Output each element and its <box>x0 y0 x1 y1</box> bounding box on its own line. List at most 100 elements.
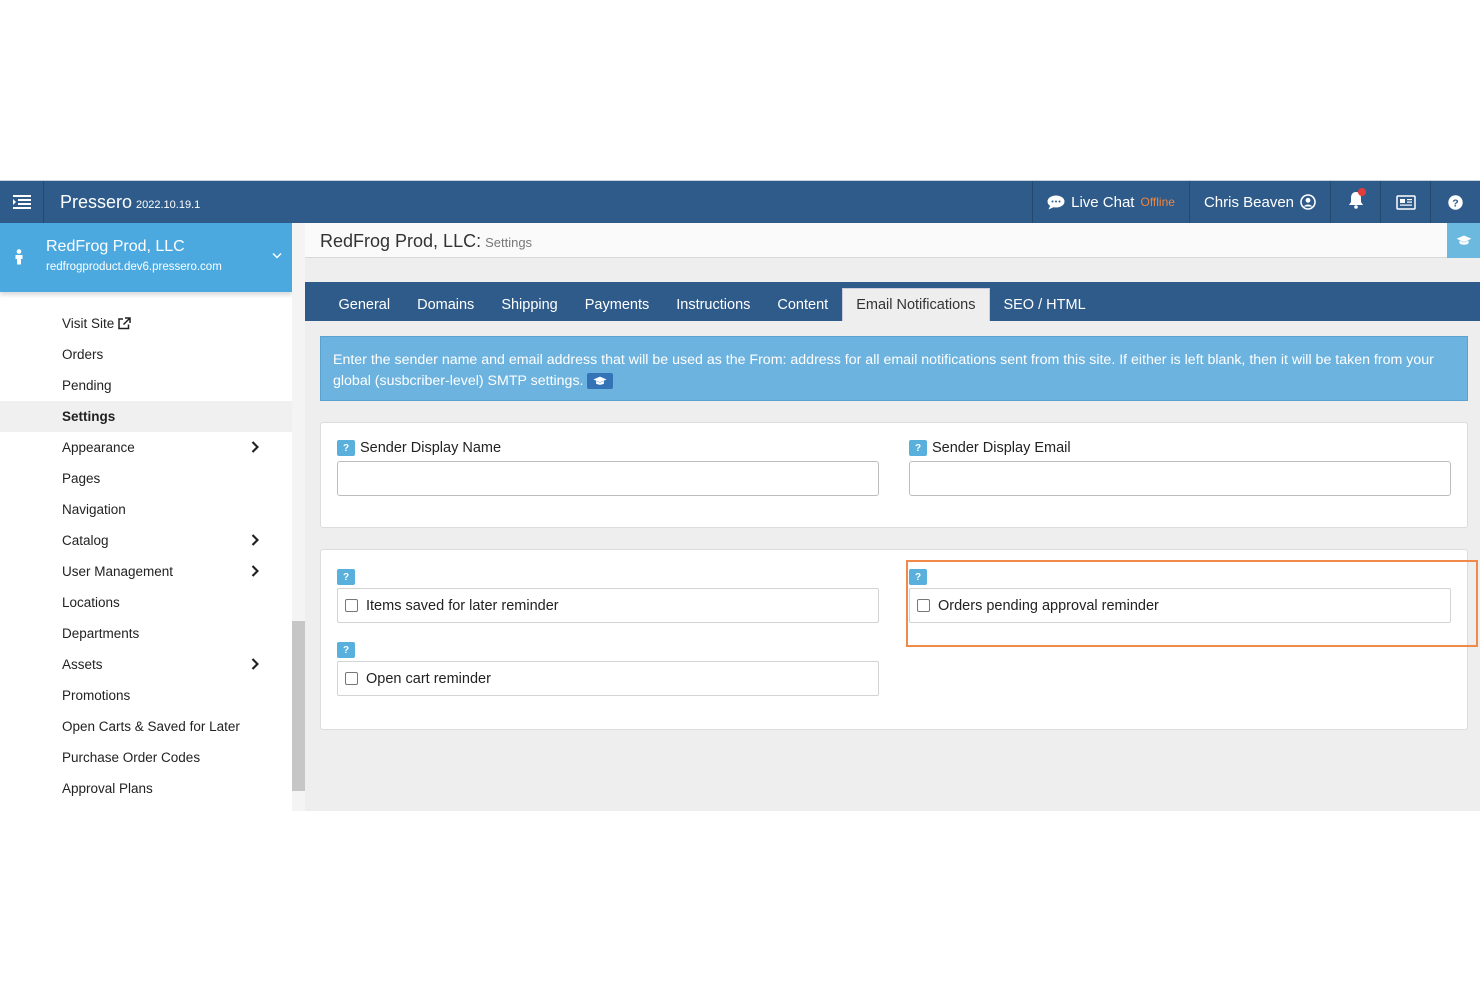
tab-shipping[interactable]: Shipping <box>488 288 571 321</box>
sidebar-scrollbar-thumb[interactable] <box>292 621 305 791</box>
tab-content[interactable]: Content <box>764 288 842 321</box>
tab-general[interactable]: General <box>325 288 404 321</box>
sidebar-item-approval-plans[interactable]: Approval Plans <box>0 773 292 804</box>
open-cart-reminder-option[interactable]: Open cart reminder <box>337 661 879 696</box>
items-saved-reminder-checkbox[interactable] <box>345 599 358 612</box>
sidebar-item-label: Approval Plans <box>62 781 153 796</box>
sidebar-item-assets[interactable]: Assets <box>0 649 292 680</box>
open-cart-reminder-checkbox[interactable] <box>345 672 358 685</box>
info-alert: Enter the sender name and email address … <box>320 336 1468 401</box>
sidebar-item-label: Locations <box>62 595 120 610</box>
sidebar-item-label: Catalog <box>62 533 109 548</box>
question-circle-icon: ? <box>1448 194 1463 210</box>
sidebar-item-label: Appearance <box>62 440 135 455</box>
open-cart-reminder-label: Open cart reminder <box>366 670 491 687</box>
site-name: RedFrog Prod, LLC <box>46 238 185 255</box>
sender-name-label: Sender Display Name <box>360 440 502 456</box>
chevron-right-icon <box>251 565 259 577</box>
tab-seo-html[interactable]: SEO / HTML <box>990 288 1099 321</box>
newspaper-icon <box>1395 194 1416 210</box>
sidebar-item-pending[interactable]: Pending <box>0 370 292 401</box>
page-header: RedFrog Prod, LLC: Settings <box>305 223 1480 258</box>
bell-icon <box>1348 188 1366 213</box>
alert-text: Enter the sender name and email address … <box>333 352 1434 389</box>
person-icon <box>15 249 23 265</box>
graduation-cap-icon <box>1456 235 1471 245</box>
alert-training-button[interactable] <box>587 373 614 390</box>
main-content: RedFrog Prod, LLC: Settings General Domai… <box>305 223 1480 811</box>
tab-domains[interactable]: Domains <box>404 288 488 321</box>
help-icon[interactable]: ? <box>337 642 355 658</box>
settings-tabs: General Domains Shipping Payments Instru… <box>305 282 1480 321</box>
sidebar-item-promotions[interactable]: Promotions <box>0 680 292 711</box>
user-name: Chris Beaven <box>1203 193 1294 211</box>
chevron-right-icon <box>251 658 259 670</box>
sidebar-item-label: Departments <box>62 626 140 641</box>
sidebar-item-settings[interactable]: Settings <box>0 401 292 432</box>
sidebar-item-label: Orders <box>62 347 104 362</box>
notification-badge <box>1357 188 1366 196</box>
sidebar-item-visit-site[interactable]: Visit Site <box>0 308 292 339</box>
tab-payments[interactable]: Payments <box>571 288 662 321</box>
sidebar-item-label: Open Carts & Saved for Later <box>62 719 240 734</box>
sidebar: RedFrog Prod, LLC redfrogproduct.dev6.pr… <box>0 223 292 811</box>
sidebar-item-pages[interactable]: Pages <box>0 463 292 494</box>
sidebar-item-open-carts[interactable]: Open Carts & Saved for Later <box>0 711 292 742</box>
sidebar-item-catalog[interactable]: Catalog <box>0 525 292 556</box>
orders-pending-reminder-checkbox[interactable] <box>917 599 930 612</box>
help-icon[interactable]: ? <box>909 569 927 585</box>
training-button[interactable] <box>1447 223 1480 258</box>
chat-bubble-icon <box>1047 195 1065 209</box>
sidebar-toggle-button[interactable] <box>0 180 44 224</box>
live-chat-button[interactable]: Live Chat Offline <box>1032 180 1189 224</box>
sender-email-label-row: ? Sender Display Email <box>909 440 1071 456</box>
app-window: Pressero 2022.10.19.1 Live Chat Offline C… <box>0 180 1480 811</box>
sidebar-item-label: Navigation <box>62 502 126 517</box>
chevron-down-icon <box>272 253 282 259</box>
site-switcher[interactable]: RedFrog Prod, LLC redfrogproduct.dev6.pr… <box>0 223 292 292</box>
user-circle-icon <box>1300 194 1316 210</box>
help-icon[interactable]: ? <box>909 440 927 456</box>
sidebar-item-purchase-order-codes[interactable]: Purchase Order Codes <box>0 742 292 773</box>
help-icon[interactable]: ? <box>337 440 355 456</box>
live-chat-status: Offline <box>1140 195 1175 209</box>
chevron-right-icon <box>251 441 259 453</box>
sidebar-item-user-management[interactable]: User Management <box>0 556 292 587</box>
sidebar-item-locations[interactable]: Locations <box>0 587 292 618</box>
brand-name: Pressero <box>60 191 133 212</box>
orders-pending-reminder-option[interactable]: Orders pending approval reminder <box>909 588 1451 623</box>
sidebar-item-label: User Management <box>62 564 174 579</box>
notifications-button[interactable] <box>1330 180 1380 224</box>
page-title: RedFrog Prod, LLC: <box>320 231 482 251</box>
reminders-panel: ? Items saved for later reminder ? Open … <box>320 549 1478 730</box>
live-chat-label: Live Chat <box>1071 193 1135 211</box>
tab-email-notifications[interactable]: Email Notifications <box>841 288 990 321</box>
sender-email-input[interactable] <box>909 461 1451 496</box>
app-brand: Pressero 2022.10.19.1 <box>44 192 200 213</box>
sidebar-item-label: Visit Site <box>62 316 115 331</box>
sidebar-item-navigation[interactable]: Navigation <box>0 494 292 525</box>
sidebar-item-label: Purchase Order Codes <box>62 750 201 765</box>
sidebar-item-orders[interactable]: Orders <box>0 339 292 370</box>
sender-name-input[interactable] <box>337 461 879 496</box>
help-button[interactable]: ? <box>1430 180 1480 224</box>
sidebar-item-label: Pages <box>62 471 101 486</box>
app-version: 2022.10.19.1 <box>136 198 201 211</box>
svg-text:?: ? <box>1452 197 1458 209</box>
sidebar-nav: Visit Site Orders Pending Settings Appea… <box>0 308 292 804</box>
user-menu-button[interactable]: Chris Beaven <box>1188 180 1330 224</box>
sidebar-item-label: Assets <box>62 657 103 672</box>
chevron-right-icon <box>251 534 259 546</box>
page-subtitle: Settings <box>485 235 533 250</box>
sender-name-label-row: ? Sender Display Name <box>337 440 501 456</box>
top-bar: Pressero 2022.10.19.1 Live Chat Offline C… <box>0 180 1480 224</box>
items-saved-reminder-label: Items saved for later reminder <box>366 597 559 614</box>
items-saved-reminder-option[interactable]: Items saved for later reminder <box>337 588 879 623</box>
tab-instructions[interactable]: Instructions <box>663 288 764 321</box>
help-icon[interactable]: ? <box>337 569 355 585</box>
news-button[interactable] <box>1380 180 1430 224</box>
sidebar-item-appearance[interactable]: Appearance <box>0 432 292 463</box>
sidebar-item-departments[interactable]: Departments <box>0 618 292 649</box>
orders-pending-reminder-label: Orders pending approval reminder <box>938 597 1159 614</box>
sender-panel: ? Sender Display Name ? Sender Display E… <box>320 422 1468 528</box>
